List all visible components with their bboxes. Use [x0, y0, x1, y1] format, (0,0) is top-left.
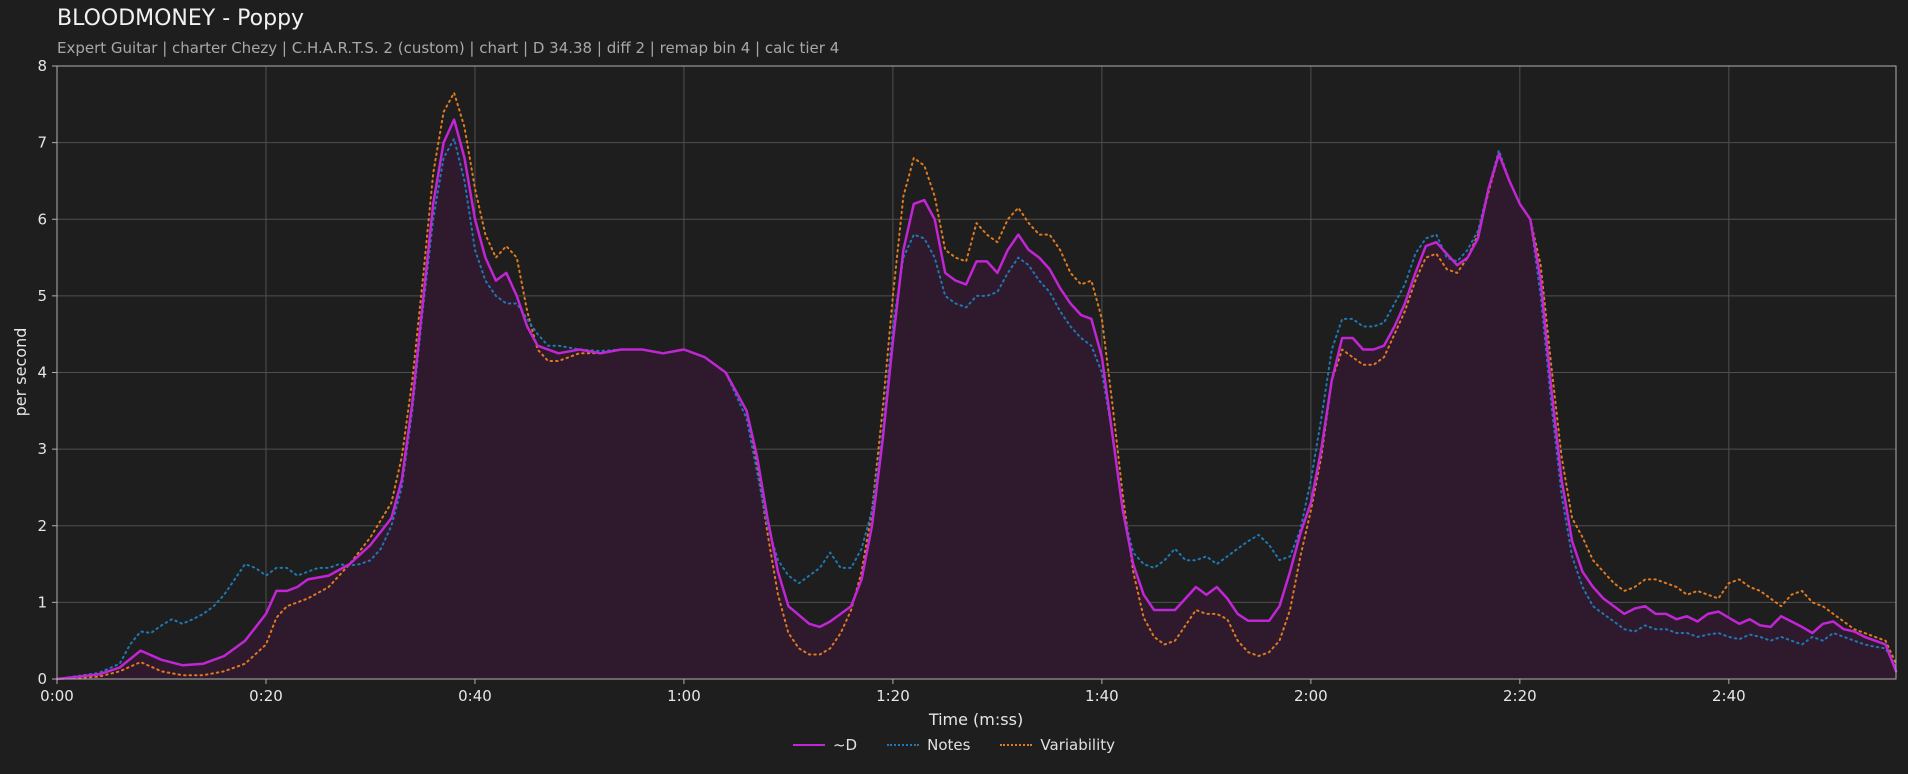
- x-tick-label: 2:40: [1712, 687, 1746, 705]
- legend: ~D Notes Variability: [0, 736, 1908, 754]
- legend-swatch-variability: [1000, 744, 1033, 746]
- legend-item-variability: Variability: [1000, 736, 1115, 754]
- x-tick-label: 1:00: [667, 687, 701, 705]
- line-chart: 0:00 0:20 0:40 1:00 1:20 1:40 2:00 2:20 2:40 0 1 2 3…: [11, 57, 1898, 729]
- legend-label-notes: Notes: [927, 736, 971, 754]
- y-tick-label: 8: [37, 57, 47, 75]
- x-tick-label: 2:00: [1294, 687, 1328, 705]
- legend-item-d: ~D: [792, 736, 858, 754]
- legend-label-d: ~D: [832, 736, 858, 754]
- y-tick-label: 6: [37, 210, 47, 228]
- x-tick-label: 0:00: [40, 687, 74, 705]
- y-axis-label: per second: [11, 328, 30, 417]
- x-axis-label: Time (m:ss): [928, 710, 1023, 729]
- area-layer: [57, 119, 1896, 680]
- y-tick-label: 3: [37, 440, 47, 458]
- x-tick-label: 2:20: [1503, 687, 1537, 705]
- y-tick-label: 5: [37, 287, 47, 305]
- x-tick-label: 1:40: [1085, 687, 1119, 705]
- x-tick-label: 0:40: [458, 687, 492, 705]
- x-tick-label: 1:20: [876, 687, 910, 705]
- y-tick-label: 7: [37, 134, 47, 152]
- y-tick-label: 0: [37, 670, 47, 688]
- legend-swatch-notes: [887, 744, 920, 746]
- x-tick-label: 0:20: [249, 687, 283, 705]
- legend-item-notes: Notes: [887, 736, 970, 754]
- legend-label-variability: Variability: [1040, 736, 1116, 754]
- y-tick-label: 4: [37, 364, 47, 382]
- legend-swatch-d: [792, 744, 825, 746]
- y-tick-label: 2: [37, 517, 47, 535]
- y-tick-label: 1: [37, 593, 47, 611]
- d-area-fill: [57, 119, 1896, 680]
